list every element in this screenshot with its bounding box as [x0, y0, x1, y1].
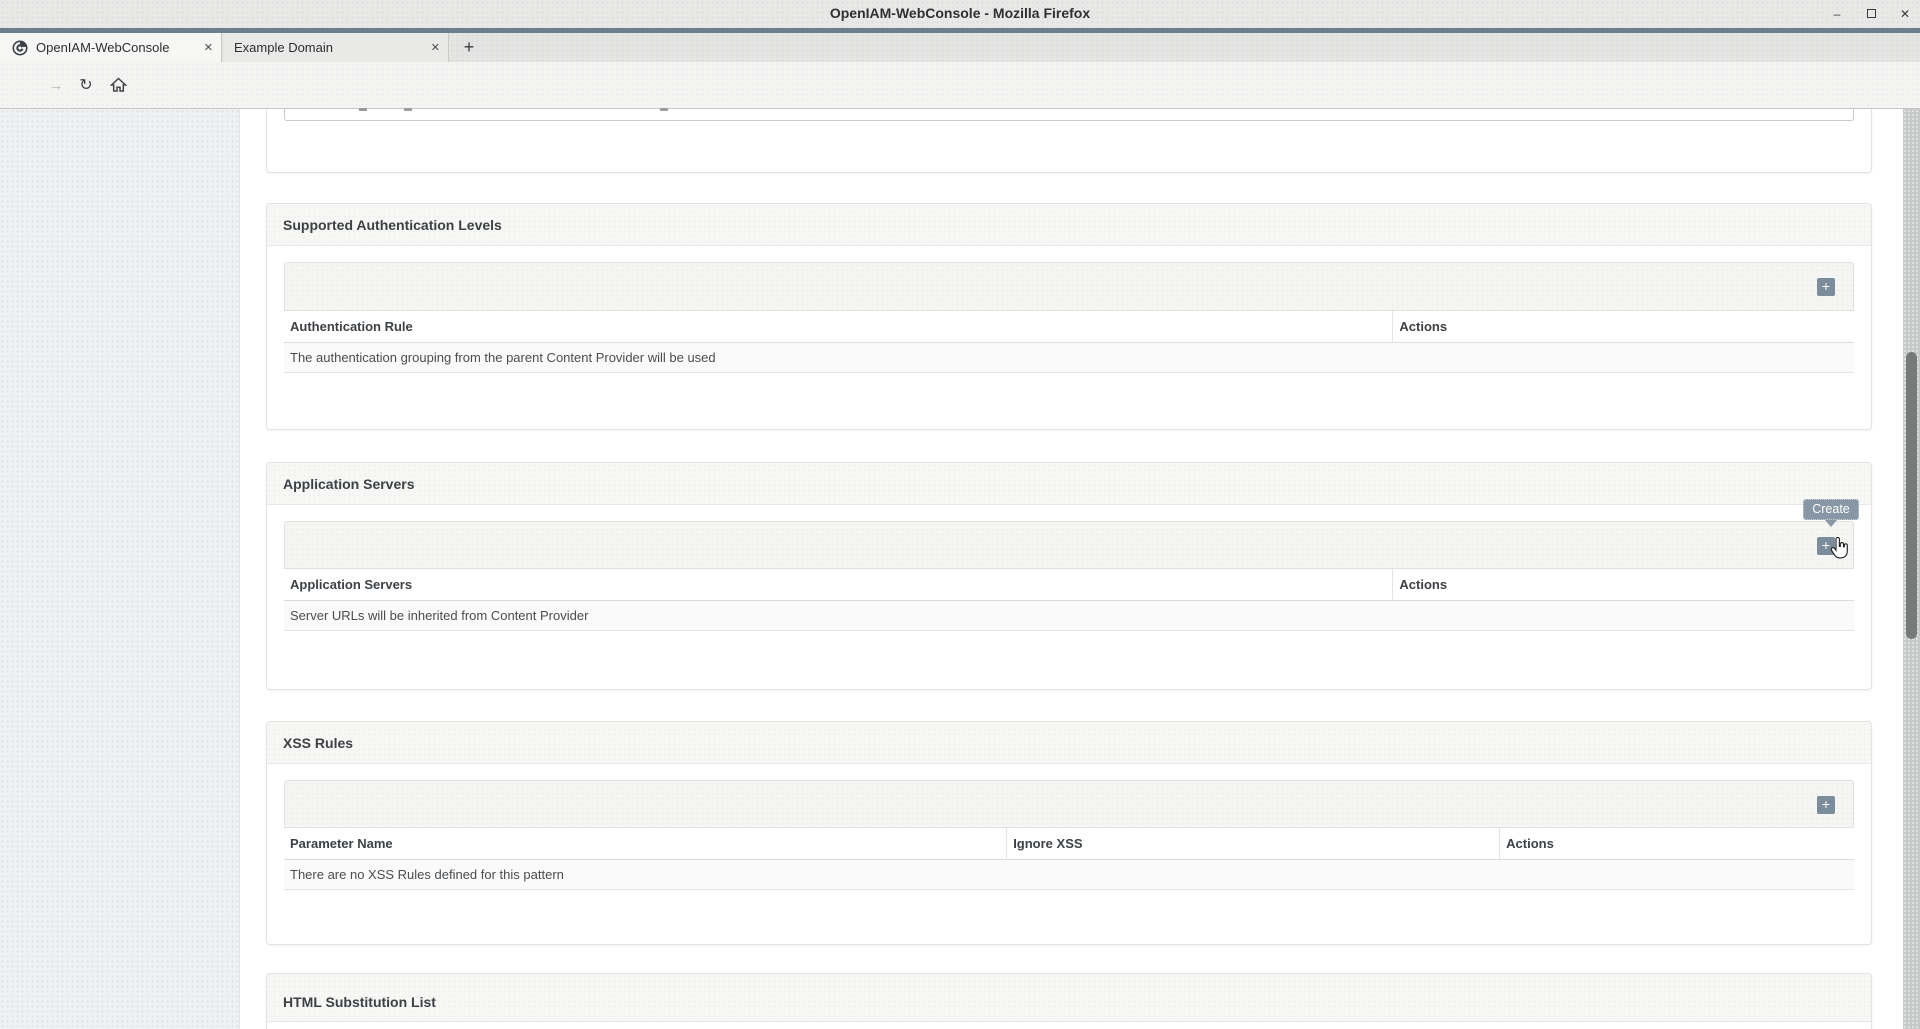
section-title: XSS Rules: [283, 735, 353, 751]
close-icon[interactable]: ✕: [1896, 7, 1914, 21]
column-header: Application Servers: [284, 569, 1392, 600]
tab-close-icon[interactable]: ✕: [425, 41, 448, 54]
window-title: OpenIAM-WebConsole - Mozilla Firefox: [0, 5, 1920, 21]
section-xss-rules: XSS Rules + Parameter Name Ignore XSS Ac…: [266, 721, 1872, 945]
scrollbar-track[interactable]: [1903, 109, 1920, 1029]
tab-example-domain[interactable]: Example Domain ✕: [223, 33, 449, 62]
partial-card-top: [266, 109, 1872, 173]
table-header: Parameter Name Ignore XSS Actions: [284, 828, 1854, 860]
forward-icon[interactable]: →: [44, 62, 68, 108]
firefox-window: OpenIAM-WebConsole - Mozilla Firefox – ✕…: [0, 0, 1920, 1029]
new-tab-icon[interactable]: +: [456, 35, 482, 60]
page-content: Supported Authentication Levels + Authen…: [0, 109, 1920, 1029]
add-xss-rule-icon[interactable]: +: [1817, 796, 1835, 814]
cut-off-table: [284, 108, 1854, 121]
section-supported-authentication-levels: Supported Authentication Levels + Authen…: [266, 203, 1872, 430]
section-header: HTML Substitution List: [267, 974, 1871, 1022]
navigation-toolbar: ← → ↻ i vm.openiam.com/webconsole/menu/C…: [0, 62, 1920, 109]
tab-title: Example Domain: [234, 40, 425, 55]
home-icon[interactable]: [106, 62, 130, 108]
add-authentication-level-icon[interactable]: +: [1817, 278, 1835, 296]
column-header: Parameter Name: [284, 828, 1006, 859]
xss-rules-table: Parameter Name Ignore XSS Actions There …: [284, 828, 1854, 890]
table-row: The authentication grouping from the par…: [284, 343, 1854, 373]
titlebar: OpenIAM-WebConsole - Mozilla Firefox – ✕: [0, 0, 1920, 28]
table-header: Authentication Rule Actions: [284, 311, 1854, 343]
grid-toolbar: +: [284, 780, 1854, 828]
column-header: Ignore XSS: [1006, 828, 1499, 859]
scrollbar-thumb[interactable]: [1906, 352, 1917, 639]
column-header: Actions: [1392, 311, 1854, 342]
section-title: HTML Substitution List: [283, 994, 436, 1010]
left-sidebar: [0, 109, 240, 1029]
section-title: Supported Authentication Levels: [283, 217, 502, 233]
column-header: Actions: [1499, 828, 1854, 859]
tab-strip: OpenIAM-WebConsole ✕ Example Domain ✕ +: [0, 33, 1920, 62]
tab-openiam-webconsole[interactable]: OpenIAM-WebConsole ✕: [0, 33, 222, 62]
text-remnant: [404, 108, 412, 111]
grid-toolbar: +: [284, 262, 1854, 311]
tab-close-icon[interactable]: ✕: [198, 41, 221, 54]
authentication-levels-table: Authentication Rule Actions The authenti…: [284, 311, 1854, 373]
table-header: Application Servers Actions: [284, 569, 1854, 601]
table-row: There are no XSS Rules defined for this …: [284, 860, 1854, 890]
grid-toolbar: +: [284, 521, 1854, 569]
section-header: XSS Rules: [267, 722, 1871, 764]
section-html-substitution-list: HTML Substitution List: [266, 973, 1872, 1029]
section-header: Application Servers: [267, 463, 1871, 505]
mouse-cursor: [1830, 537, 1849, 561]
tab-title: OpenIAM-WebConsole: [36, 40, 198, 55]
text-remnant: [660, 108, 668, 111]
table-row: Server URLs will be inherited from Conte…: [284, 601, 1854, 631]
column-header: Actions: [1392, 569, 1854, 600]
column-header: Authentication Rule: [284, 311, 1392, 342]
create-tooltip: Create: [1803, 499, 1859, 520]
reload-icon[interactable]: ↻: [74, 62, 98, 108]
minimize-icon[interactable]: –: [1828, 7, 1846, 21]
text-remnant: [359, 108, 367, 111]
section-application-servers: Application Servers Create + Application…: [266, 462, 1872, 690]
application-servers-table: Application Servers Actions Server URLs …: [284, 569, 1854, 631]
section-header: Supported Authentication Levels: [267, 204, 1871, 246]
tooltip-arrow: [1825, 520, 1837, 527]
section-title: Application Servers: [283, 476, 415, 492]
maximize-icon[interactable]: [1862, 9, 1880, 20]
openiam-favicon: [12, 40, 28, 56]
